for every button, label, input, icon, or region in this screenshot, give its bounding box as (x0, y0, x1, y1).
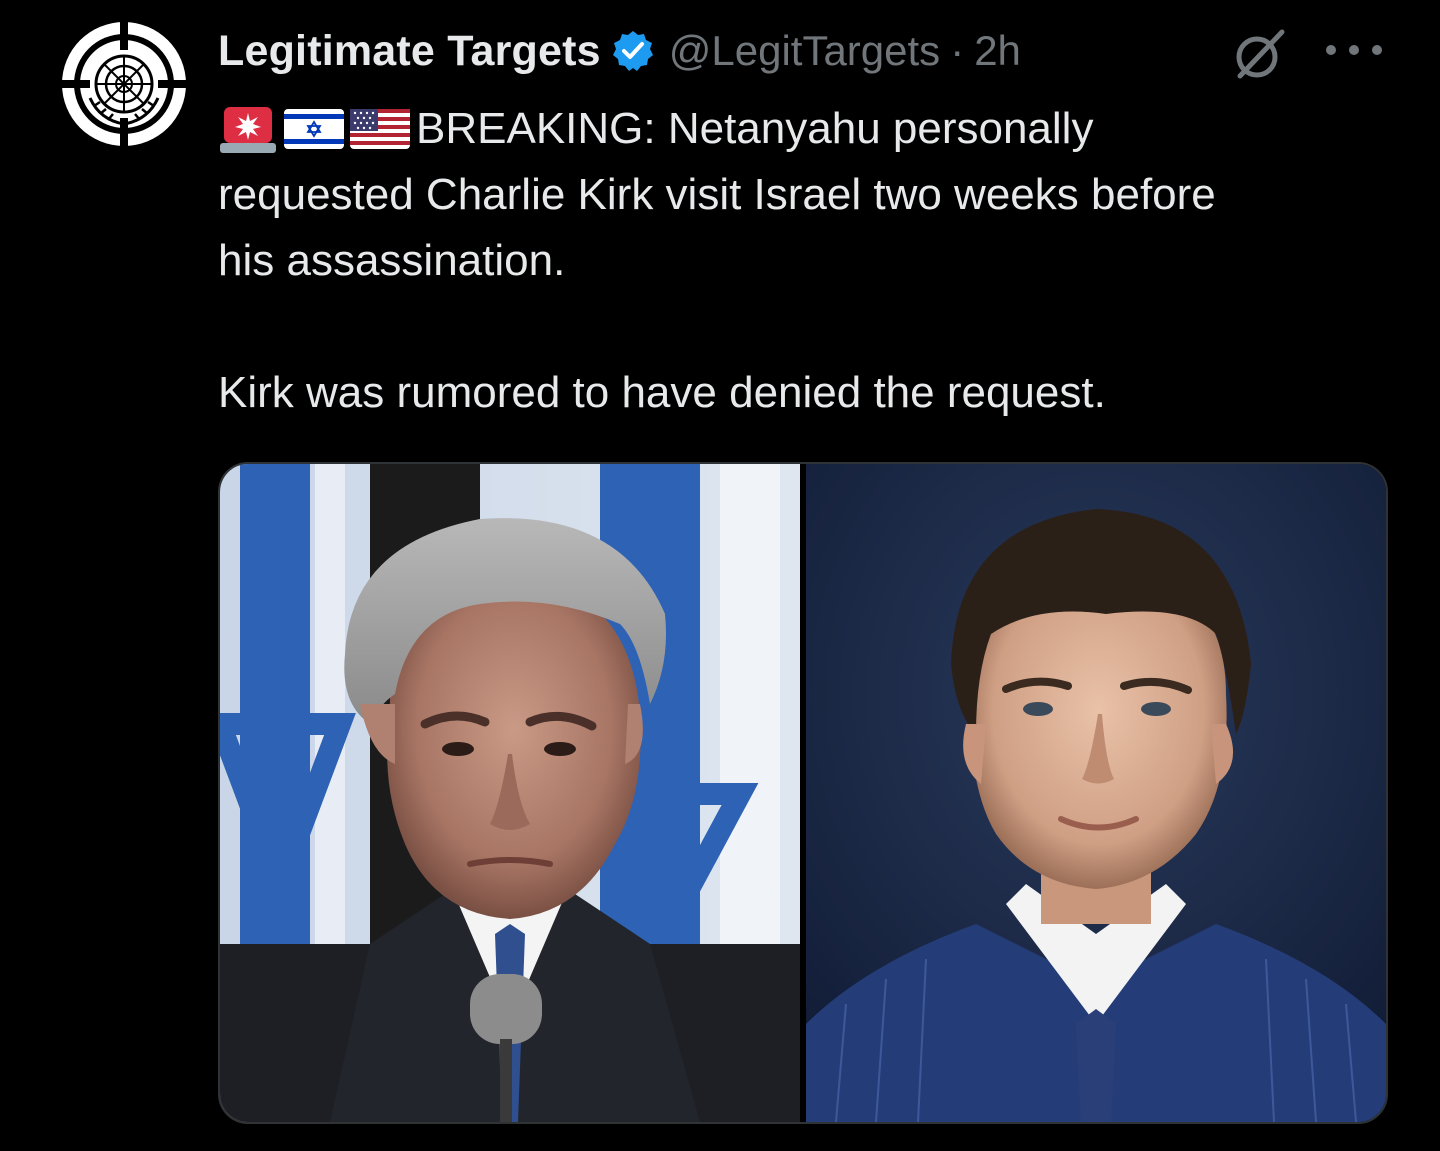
grok-icon[interactable] (1230, 26, 1288, 84)
more-dot (1326, 45, 1336, 55)
post-text-line-1: BREAKING: Netanyahu personally (218, 96, 1388, 162)
post-timestamp[interactable]: 2h (974, 27, 1021, 75)
media-photo-left[interactable] (220, 464, 800, 1122)
author-display-name[interactable]: Legitimate Targets (218, 27, 601, 76)
media-photo-right[interactable] (806, 464, 1386, 1122)
more-options-icon[interactable] (1326, 30, 1382, 70)
more-dot (1349, 45, 1359, 55)
post-media[interactable] (218, 462, 1388, 1124)
author-avatar[interactable] (60, 20, 188, 148)
post-text: BREAKING: Netanyahu personally requested… (218, 96, 1388, 426)
post-text-line-3: his assassination. (218, 236, 566, 285)
post-text-paragraph-2: Kirk was rumored to have denied the requ… (218, 368, 1106, 417)
post-header: Legitimate Targets @LegitTargets · 2h (218, 20, 1021, 82)
verified-badge-icon[interactable] (611, 29, 655, 73)
more-dot (1372, 45, 1382, 55)
post-text-line-2: requested Charlie Kirk visit Israel two … (218, 170, 1216, 219)
us-flag-emoji-icon (350, 105, 410, 153)
separator-dot: · (950, 27, 965, 74)
author-handle[interactable]: @LegitTargets (669, 27, 940, 75)
crosshair-globe-logo-icon (60, 20, 188, 148)
rotating-light-emoji-icon (218, 105, 278, 153)
post-text-breaking: BREAKING: Netanyahu personally (416, 104, 1094, 153)
israel-flag-emoji-icon (284, 105, 344, 153)
